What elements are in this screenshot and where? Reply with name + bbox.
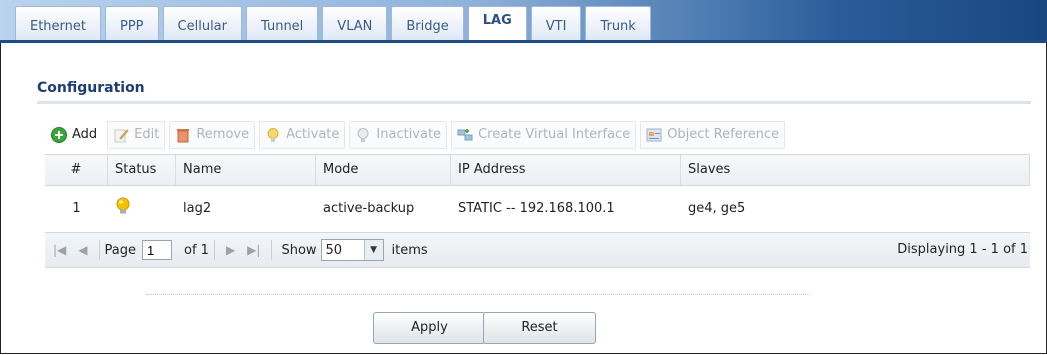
object-reference-icon — [646, 128, 662, 141]
remove-button[interactable]: Remove — [169, 120, 256, 149]
inactivate-label: Inactivate — [376, 127, 442, 142]
column-header-slaves[interactable]: Slaves — [681, 155, 1030, 185]
object-reference-button[interactable]: Object Reference — [640, 120, 786, 149]
apply-button[interactable]: Apply — [373, 312, 486, 344]
row-mode: active-backup — [323, 200, 415, 216]
network-icon — [457, 128, 473, 140]
add-button[interactable]: Add — [45, 121, 103, 149]
row-status — [108, 197, 176, 219]
edit-icon — [114, 128, 129, 142]
row-number: 1 — [72, 200, 81, 216]
reset-button[interactable]: Reset — [483, 312, 596, 344]
dotted-divider — [146, 294, 810, 295]
tab-bridge[interactable]: Bridge — [391, 6, 464, 40]
tab-list: Ethernet PPP Cellular Tunnel VLAN Bridge… — [15, 6, 655, 43]
add-label: Add — [72, 127, 98, 142]
chevron-down-icon[interactable]: ▼ — [363, 240, 383, 260]
bulb-off-icon — [357, 127, 369, 142]
column-header-name[interactable]: Name — [176, 155, 316, 185]
tab-vlan[interactable]: VLAN — [322, 6, 388, 40]
create-virtual-label: Create Virtual Interface — [478, 127, 631, 142]
edit-label: Edit — [134, 127, 160, 142]
of-pages-label: of 1 — [184, 242, 209, 258]
section-divider — [37, 101, 1031, 104]
row-slaves: ge4, ge5 — [688, 200, 746, 216]
row-ip-address: STATIC -- 192.168.100.1 — [458, 200, 615, 216]
column-header-status[interactable]: Status — [108, 155, 176, 185]
object-reference-label: Object Reference — [667, 127, 780, 142]
tab-bar: Ethernet PPP Cellular Tunnel VLAN Bridge… — [0, 0, 1047, 43]
tab-cellular[interactable]: Cellular — [162, 6, 242, 40]
trash-icon — [177, 128, 190, 142]
bulb-on-icon — [267, 127, 279, 142]
tab-bar-underline — [0, 40, 1047, 43]
create-virtual-interface-button[interactable]: Create Virtual Interface — [451, 120, 637, 149]
page-label: Page — [104, 242, 136, 258]
pagination-bar: |◀ ◀ Page of 1 ▶ ▶| Show 50 ▼ items Disp… — [45, 232, 1030, 268]
pager-separator — [213, 240, 215, 260]
first-page-icon[interactable]: |◀ — [53, 243, 66, 257]
items-label: items — [391, 242, 428, 258]
activate-label: Activate — [286, 127, 340, 142]
page-number-input[interactable] — [142, 240, 172, 260]
pager-separator — [271, 240, 273, 260]
next-page-icon[interactable]: ▶ — [226, 243, 235, 257]
table-header: # Status Name Mode IP Address Slaves — [45, 154, 1030, 186]
edit-button[interactable]: Edit — [107, 120, 166, 149]
section-title: Configuration — [37, 80, 145, 96]
page-size-select[interactable]: 50 ▼ — [320, 239, 384, 261]
tab-tunnel[interactable]: Tunnel — [246, 6, 319, 40]
show-label: Show — [281, 242, 317, 258]
tab-vti[interactable]: VTI — [530, 6, 582, 40]
lag-table: # Status Name Mode IP Address Slaves 1 l… — [45, 154, 1030, 230]
previous-page-icon[interactable]: ◀ — [78, 243, 87, 257]
row-name: lag2 — [183, 200, 212, 216]
activate-button[interactable]: Activate — [259, 120, 346, 149]
tab-trunk[interactable]: Trunk — [585, 6, 651, 40]
displaying-count: Displaying 1 - 1 of 1 — [897, 242, 1028, 257]
pager-separator — [98, 240, 100, 260]
last-page-icon[interactable]: ▶| — [247, 243, 260, 257]
column-header-mode[interactable]: Mode — [316, 155, 451, 185]
toolbar: Add Edit Remove Activate Inactivate Crea… — [45, 119, 789, 150]
add-icon — [51, 126, 67, 143]
inactivate-button[interactable]: Inactivate — [349, 120, 448, 149]
tab-lag[interactable]: LAG — [467, 6, 527, 43]
active-bulb-icon — [116, 197, 130, 214]
column-header-number[interactable]: # — [45, 155, 108, 185]
column-header-ip-address[interactable]: IP Address — [451, 155, 681, 185]
table-row[interactable]: 1 lag2 active-backup STATIC -- 192.168.1… — [45, 186, 1030, 230]
tab-ethernet[interactable]: Ethernet — [15, 6, 101, 40]
remove-label: Remove — [196, 127, 250, 142]
tab-ppp[interactable]: PPP — [105, 6, 159, 40]
page-size-value: 50 — [325, 242, 343, 258]
